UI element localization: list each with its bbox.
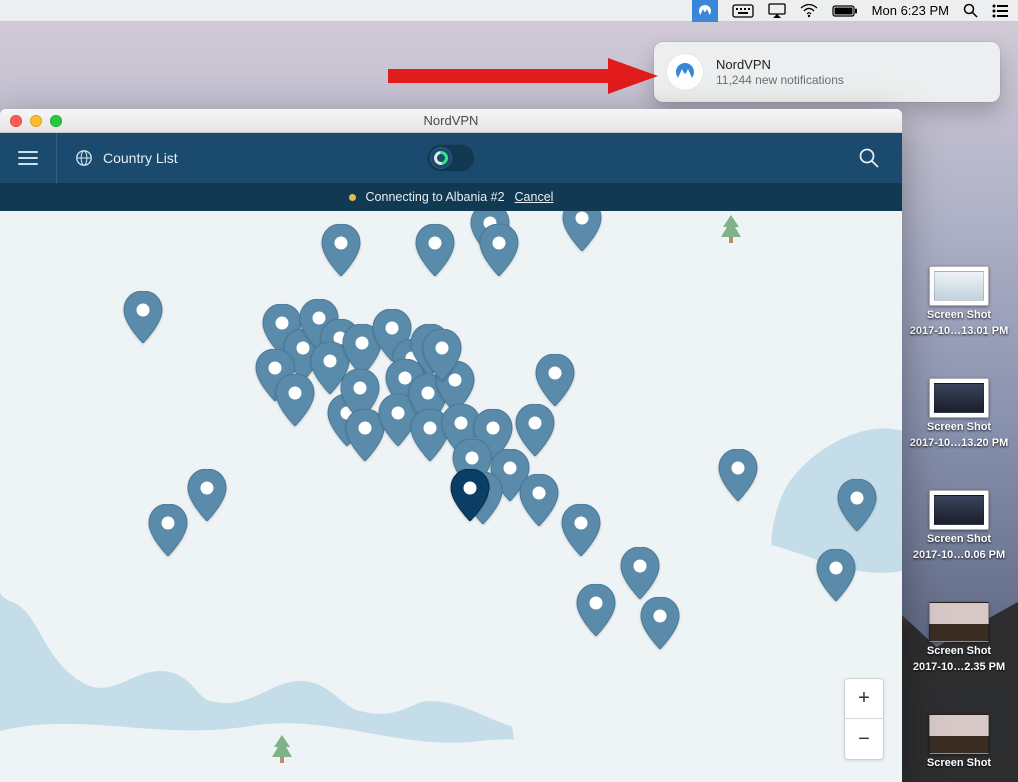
map-pin[interactable] — [836, 479, 878, 531]
app-toolbar: Country List — [0, 133, 902, 183]
file-name-line2: 2017-10…0.06 PM — [913, 549, 1005, 562]
file-name-line2: 2017-10…13.01 PM — [910, 325, 1008, 338]
file-thumbnail — [929, 714, 989, 754]
zoom-out-button[interactable]: − — [845, 719, 883, 759]
map-pin[interactable] — [575, 584, 617, 636]
file-name-line1: Screen Shot — [927, 645, 991, 658]
map-tree-icon — [719, 215, 743, 246]
wifi-icon — [800, 4, 818, 18]
menubar-notification-center-icon[interactable] — [992, 0, 1008, 22]
list-icon — [992, 4, 1008, 18]
map-pin[interactable] — [320, 224, 362, 276]
desktop-file-4[interactable]: Screen Shot 2017-10…2.35 PM — [910, 602, 1008, 674]
file-name-line1: Screen Shot — [927, 309, 991, 322]
keyboard-icon — [732, 4, 754, 18]
desktop-file-5[interactable]: Screen Shot — [910, 714, 1008, 770]
file-name-line1: Screen Shot — [927, 757, 991, 770]
map-pin[interactable] — [815, 549, 857, 601]
zoom-controls: + − — [844, 678, 884, 760]
status-dot-icon — [349, 194, 356, 201]
menu-button[interactable] — [18, 151, 38, 165]
mac-menubar: Mon 6:23 PM — [0, 0, 1018, 22]
map-pin[interactable] — [421, 329, 463, 381]
menubar-spotlight-icon[interactable] — [963, 0, 978, 22]
connection-toggle[interactable] — [427, 144, 475, 172]
battery-icon — [832, 5, 858, 17]
map-pin[interactable] — [478, 224, 520, 276]
menubar-battery-icon[interactable] — [832, 0, 858, 22]
map-pin[interactable] — [619, 547, 661, 599]
map-pin[interactable] — [518, 474, 560, 526]
menubar-airplay-icon[interactable] — [768, 0, 786, 22]
file-thumbnail — [929, 602, 989, 642]
desktop-file-1[interactable]: Screen Shot 2017-10…13.01 PM — [910, 266, 1008, 338]
file-thumbnail — [929, 490, 989, 530]
menubar-wifi-icon[interactable] — [800, 0, 818, 22]
nordvpn-window: NordVPN Country List Connecting to Alba — [0, 109, 902, 782]
file-name-line1: Screen Shot — [927, 421, 991, 434]
country-list-label: Country List — [103, 150, 178, 166]
notification-app-icon — [666, 53, 704, 91]
map-pin[interactable] — [639, 597, 681, 649]
toolbar-separator — [56, 133, 57, 183]
map-pin[interactable] — [561, 211, 603, 251]
file-thumbnail — [929, 378, 989, 418]
airplay-icon — [768, 3, 786, 19]
window-titlebar[interactable]: NordVPN — [0, 109, 902, 133]
notification-title: NordVPN — [716, 57, 844, 72]
search-button[interactable] — [858, 147, 880, 172]
nordvpn-icon — [673, 60, 697, 84]
notification-banner[interactable]: NordVPN 11,244 new notifications — [654, 42, 1000, 102]
country-list-button[interactable]: Country List — [75, 149, 178, 167]
menubar-clock[interactable]: Mon 6:23 PM — [872, 0, 949, 22]
map-pin[interactable] — [122, 291, 164, 343]
window-title: NordVPN — [0, 113, 902, 128]
status-text: Connecting to Albania #2 — [366, 190, 505, 204]
search-icon — [963, 3, 978, 18]
map-pin[interactable] — [147, 504, 189, 556]
map-pin-active[interactable] — [449, 469, 491, 521]
file-name-line2: 2017-10…2.35 PM — [913, 661, 1005, 674]
menubar-nordvpn-icon[interactable] — [692, 0, 718, 22]
cancel-link[interactable]: Cancel — [515, 190, 554, 204]
menubar-keyboard-icon[interactable] — [732, 0, 754, 22]
globe-icon — [75, 149, 93, 167]
spinner-icon — [431, 148, 450, 167]
map-pin[interactable] — [534, 354, 576, 406]
annotation-arrow — [388, 58, 658, 94]
notification-message: 11,244 new notifications — [716, 73, 844, 87]
desktop-file-3[interactable]: Screen Shot 2017-10…0.06 PM — [910, 490, 1008, 562]
zoom-in-button[interactable]: + — [845, 679, 883, 719]
notification-text: NordVPN 11,244 new notifications — [716, 57, 844, 87]
map-tree-icon — [270, 735, 294, 766]
status-bar: Connecting to Albania #2 Cancel — [0, 183, 902, 211]
map-pin[interactable] — [560, 504, 602, 556]
map-pin[interactable] — [414, 224, 456, 276]
file-name-line1: Screen Shot — [927, 533, 991, 546]
desktop-file-2[interactable]: Screen Shot 2017-10…13.20 PM — [910, 378, 1008, 450]
nordvpn-icon — [697, 3, 713, 19]
map-pin[interactable] — [186, 469, 228, 521]
search-icon — [858, 147, 880, 169]
map-pin[interactable] — [717, 449, 759, 501]
server-map[interactable]: + − — [0, 211, 902, 782]
file-name-line2: 2017-10…13.20 PM — [910, 437, 1008, 450]
file-thumbnail — [929, 266, 989, 306]
